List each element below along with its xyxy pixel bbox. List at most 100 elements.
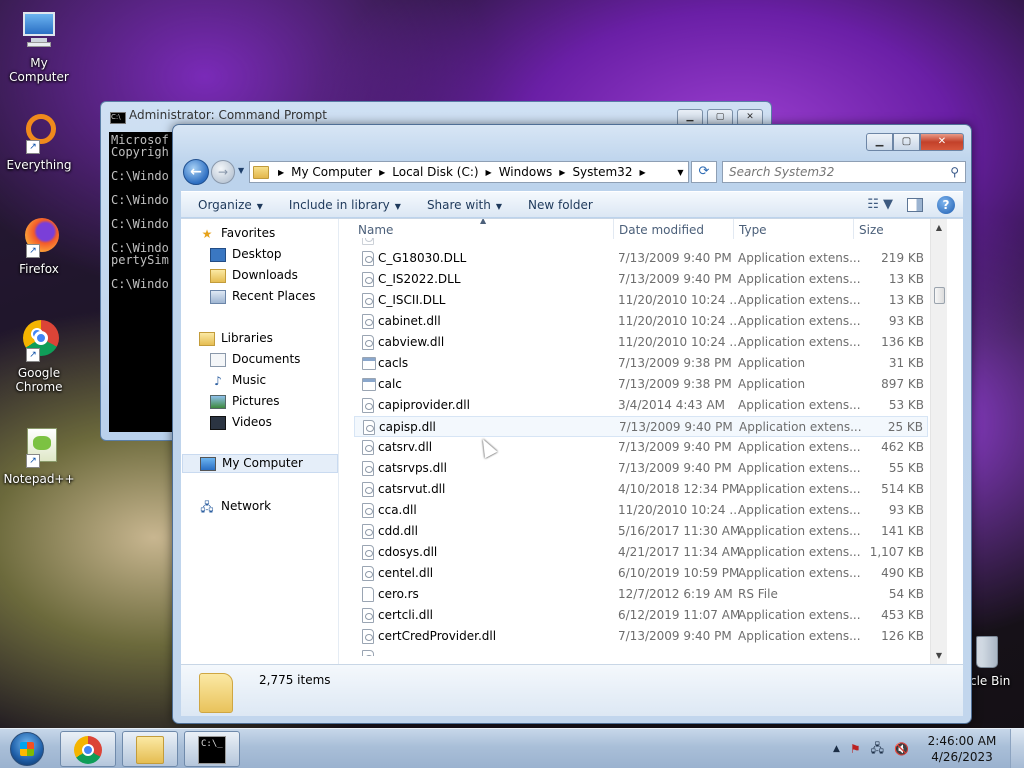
column-header-size[interactable]: Size [859,223,884,237]
desktop-icon-my-computer[interactable]: My Computer [1,10,77,84]
column-divider[interactable] [613,219,614,239]
nav-videos[interactable]: Videos [210,413,272,432]
nav-pictures[interactable]: Pictures [210,392,280,411]
explorer-window[interactable]: ▁ ▢ ✕ ← → ▼ ▶ My Computer ▶ Local Disk (… [172,124,972,724]
breadcrumb-my-computer[interactable]: My Computer [291,165,372,179]
desktop-icon-label: Notepad++ [3,472,75,486]
column-divider[interactable] [733,219,734,239]
navigation-pane[interactable]: ★ Favorites Desktop Downloads Recent Plac… [181,219,339,664]
clock[interactable]: 2:46:00 AM 4/26/2023 [914,733,1010,765]
breadcrumb-chevron-icon[interactable]: ▶ [559,168,565,177]
desktop-icon-notepad-plus-plus[interactable]: ↗ Notepad++ [1,426,77,486]
search-icon[interactable]: ⚲ [950,165,959,179]
column-header-date[interactable]: Date modified [619,223,704,237]
table-row[interactable]: catsrvps.dll 7/13/2009 9:40 PM Application… [354,458,928,479]
table-row[interactable]: cca.dll 11/20/2010 10:24 ... Application e… [354,500,928,521]
scroll-up-arrow[interactable]: ▲ [931,219,947,236]
nav-network[interactable]: 🖧 Network [199,497,271,516]
item-count: 2,775 items [259,673,331,687]
nav-label: My Computer [222,456,303,470]
nav-downloads[interactable]: Downloads [210,266,298,285]
nav-recent-places[interactable]: Recent Places [210,287,315,306]
file-name: certCredProvider.dll [378,629,497,643]
nav-libraries[interactable]: Libraries [199,329,273,348]
file-type: Application extens... [738,503,861,517]
volume-muted-icon[interactable]: 🔇 [894,742,909,756]
column-header-name[interactable]: Name [358,223,393,237]
file-name: capiprovider.dll [378,398,470,412]
breadcrumb-chevron-icon[interactable]: ▶ [639,168,645,177]
recent-pages-dropdown[interactable]: ▼ [238,166,244,175]
table-row[interactable]: capisp.dll 7/13/2009 9:40 PM Application e… [354,416,928,437]
nav-label: Recent Places [232,289,316,303]
address-dropdown-icon[interactable]: ▼ [672,168,688,177]
preview-pane-icon[interactable] [907,197,923,212]
maximize-button[interactable]: ▢ [893,133,920,151]
nav-music[interactable]: ♪ Music [210,371,266,390]
file-date-modified: 11/20/2010 10:24 ... [618,335,741,349]
forward-button[interactable]: → [211,160,235,184]
nav-favorites[interactable]: ★ Favorites [199,224,276,243]
taskbar-cmd-button[interactable]: C:\_ [184,731,240,767]
table-row[interactable]: C_IS2022.DLL 7/13/2009 9:40 PM Application… [354,269,928,290]
table-row[interactable]: certCredProvider.dll 7/13/2009 9:40 PM App… [354,626,928,647]
taskbar-chrome-button[interactable] [60,731,116,767]
table-row[interactable]: catsrv.dll 7/13/2009 9:40 PM Application e… [354,437,928,458]
change-view-icon[interactable]: ☷ ▼ [867,197,893,212]
table-row[interactable]: cdd.dll 5/16/2017 11:30 AM Application ext… [354,521,928,542]
new-folder-button[interactable]: New folder [511,198,602,212]
desktop-icon-firefox[interactable]: ↗ Firefox [1,216,77,276]
nav-my-computer[interactable]: My Computer [182,454,338,473]
table-row[interactable]: cacls 7/13/2009 9:38 PM Application 31 KB [354,353,928,374]
breadcrumb-windows[interactable]: Windows [499,165,553,179]
table-row[interactable]: catsrvut.dll 4/10/2018 12:34 PM Applicatio… [354,479,928,500]
table-row[interactable]: cabinet.dll 11/20/2010 10:24 ... Applicati… [354,311,928,332]
search-box[interactable]: ⚲ [722,161,966,183]
column-header-type[interactable]: Type [739,223,767,237]
help-icon[interactable]: ? [937,195,955,214]
table-row[interactable]: cdosys.dll 4/21/2017 11:34 AM Application … [354,542,928,563]
desktop-icon-google-chrome[interactable]: ↗ Google Chrome [1,320,77,394]
minimize-button[interactable]: ▁ [866,133,893,151]
breadcrumb-chevron-icon[interactable]: ▶ [379,168,385,177]
table-row[interactable]: C_ISCII.DLL 11/20/2010 10:24 ... Applicati… [354,290,928,311]
table-row[interactable]: capiprovider.dll 3/4/2014 4:43 AM Applicat… [354,395,928,416]
refresh-button[interactable]: ⟳ [691,161,717,183]
table-row[interactable]: C_G18030.DLL 7/13/2009 9:40 PM Application… [354,248,928,269]
file-list[interactable]: Name ▲ Date modified Type Size C_G18030.… [340,219,947,664]
scroll-down-arrow[interactable]: ▼ [931,647,947,664]
table-row[interactable]: cabview.dll 11/20/2010 10:24 ... Applicati… [354,332,928,353]
close-button[interactable]: ✕ [920,133,964,151]
back-button[interactable]: ← [183,159,209,185]
table-row[interactable]: calc 7/13/2009 9:38 PM Application 897 KB [354,374,928,395]
file-size: 31 KB [888,356,924,370]
vertical-scrollbar[interactable]: ▲ ▼ [930,219,947,664]
application-file-icon [362,357,376,370]
organize-button[interactable]: Organize ▼ [181,198,272,212]
network-icon[interactable]: 🖧 [871,739,884,760]
table-row[interactable]: certcli.dll 6/12/2019 11:07 AM Application… [354,605,928,626]
show-hidden-icons-arrow[interactable]: ▲ [833,744,840,754]
breadcrumb-system32[interactable]: System32 [572,165,632,179]
start-button[interactable] [4,730,52,768]
desktop-icon-everything[interactable]: ↗ Everything [1,112,77,172]
address-bar[interactable]: ▶ My Computer ▶ Local Disk (C:) ▶ Window… [249,161,689,183]
search-input[interactable] [723,162,933,182]
table-row[interactable]: cero.rs 12/7/2012 6:19 AM RS File 54 KB [354,584,928,605]
taskbar-explorer-button[interactable] [122,731,178,767]
scroll-thumb[interactable] [934,287,945,304]
action-center-flag-icon[interactable]: ⚑ [850,742,861,756]
column-divider[interactable] [853,219,854,239]
show-desktop-button[interactable] [1010,729,1024,768]
nav-desktop[interactable]: Desktop [210,245,282,264]
nav-documents[interactable]: Documents [210,350,300,369]
include-in-library-button[interactable]: Include in library ▼ [272,198,410,212]
file-size: 490 KB [881,566,924,580]
share-with-label: Share with [426,197,491,212]
table-row-partial[interactable] [354,647,928,656]
breadcrumb-local-disk[interactable]: Local Disk (C:) [392,165,478,179]
breadcrumb-chevron-icon[interactable]: ▶ [278,168,284,177]
breadcrumb-chevron-icon[interactable]: ▶ [486,168,492,177]
table-row[interactable]: centel.dll 6/10/2019 10:59 PM Application … [354,563,928,584]
share-with-button[interactable]: Share with ▼ [410,198,511,212]
